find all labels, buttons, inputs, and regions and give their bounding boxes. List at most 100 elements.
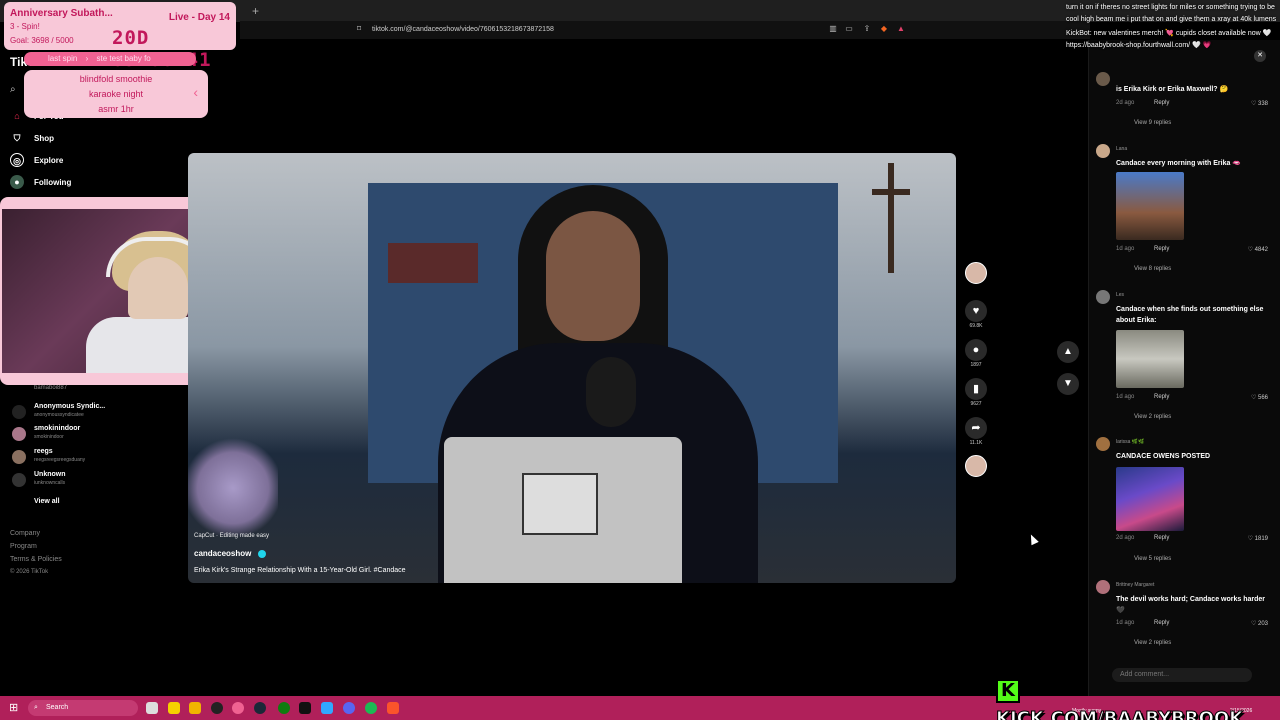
following-account[interactable]: Unknown iunknowncalls (10, 470, 180, 492)
sticky-notes-icon[interactable] (168, 702, 180, 714)
nav-explore[interactable]: ◎ Explore (10, 152, 63, 168)
subathon-goal: Goal: 3698 / 5000 (10, 36, 74, 45)
comment-text: The devil works hard; Candace works hard… (1116, 596, 1265, 614)
crucifix (888, 163, 894, 273)
avatar[interactable] (1096, 144, 1110, 158)
brave-browser-icon[interactable] (387, 702, 399, 714)
nav-following[interactable]: ● Following (10, 174, 71, 190)
brave-rewards-icon[interactable]: ▲ (896, 24, 906, 34)
comment-user[interactable]: larissa 🌿🌿 (1116, 439, 1144, 445)
taskbar-search[interactable]: Search (28, 700, 138, 716)
comment-likes[interactable]: ♡ 203 (1251, 620, 1268, 627)
comment-likes[interactable]: ♡ 1819 (1248, 535, 1268, 542)
obs-icon[interactable] (211, 702, 223, 714)
xbox-icon[interactable] (278, 702, 290, 714)
view-replies-button[interactable]: View 9 replies (1134, 120, 1171, 126)
comment-user[interactable]: Les (1116, 292, 1124, 298)
windows-start-icon[interactable]: ⊞ (9, 702, 21, 714)
url-text[interactable]: tiktok.com/@candaceoshow/video/760615321… (372, 23, 822, 37)
avatar (12, 405, 26, 419)
comment-image[interactable] (1116, 467, 1184, 531)
extension-icon[interactable]: ▥ (828, 24, 838, 34)
account-name: smokinindoor (34, 425, 81, 432)
tiktok-app-icon[interactable] (299, 702, 311, 714)
brave-shield-icon[interactable]: ◆ (879, 24, 889, 34)
crucifix-bar (872, 189, 910, 195)
cast-icon[interactable]: ▭ (844, 24, 854, 34)
last-spin-value: ste test baby fo (96, 54, 151, 63)
comment-image[interactable] (1116, 172, 1184, 240)
following-account[interactable]: reegs reegsreegsreegsduany (10, 447, 180, 469)
view-replies-button[interactable]: View 2 replies (1134, 640, 1171, 646)
avatar[interactable] (1096, 72, 1110, 86)
footer-program-link[interactable]: Program (10, 543, 37, 550)
author-avatar-button[interactable] (964, 262, 988, 284)
avatar[interactable] (1096, 437, 1110, 451)
share-page-icon[interactable]: ⇪ (862, 24, 872, 34)
reply-button[interactable]: Reply (1154, 100, 1169, 106)
footer-company-link[interactable]: Company (10, 530, 40, 537)
account-name: reegs (34, 448, 53, 455)
subathon-title: Anniversary Subath... (10, 8, 113, 19)
account-name: Unknown (34, 471, 66, 478)
discord-icon[interactable] (343, 702, 355, 714)
comment-user[interactable]: Brittney Margaret (1116, 582, 1154, 588)
avatar[interactable] (1096, 580, 1110, 594)
view-all-following-link[interactable]: View all (34, 498, 60, 505)
spin-item: blindfold smoothie (79, 74, 153, 84)
compass-icon: ◎ (10, 153, 24, 167)
heart-outline-icon: ♡ (1250, 621, 1258, 627)
like-button[interactable]: ♥ 69.8K (964, 300, 988, 329)
comment-likes[interactable]: ♡ 338 (1251, 100, 1268, 107)
account-handle: iunknowncalls (34, 480, 66, 486)
view-replies-button[interactable]: View 8 replies (1134, 266, 1171, 272)
share-icon: ➦ (965, 417, 987, 439)
video-player[interactable]: CapCut · Editing made easy candaceoshow … (188, 153, 956, 583)
task-view-icon[interactable] (146, 702, 158, 714)
following-account[interactable]: Anonymous Syndic... anonymoussyndicatee (10, 402, 180, 424)
view-replies-button[interactable]: View 5 replies (1134, 556, 1171, 562)
comment-image[interactable] (1116, 330, 1184, 388)
home-icon: ⌂ (14, 111, 20, 121)
video-author[interactable]: candaceoshow (194, 549, 251, 558)
previous-video-button[interactable]: ▲ (1057, 341, 1079, 363)
next-video-button[interactable]: ▼ (1057, 373, 1079, 395)
new-tab-button[interactable]: + (252, 4, 282, 18)
app-icon[interactable] (232, 702, 244, 714)
bag-icon: ⛉ (13, 133, 21, 143)
comment-likes[interactable]: ♡ 566 (1251, 394, 1268, 401)
comment-user[interactable]: Lana (1116, 146, 1127, 152)
comment-text: Candace when she finds out something els… (1116, 306, 1264, 324)
save-button[interactable]: ▮ 9627 (964, 378, 988, 407)
heart-outline-icon: ♡ (1250, 395, 1258, 401)
sound-avatar-button[interactable] (964, 455, 988, 477)
steam-icon[interactable] (254, 702, 266, 714)
capcut-badge[interactable]: CapCut · Editing made easy (194, 533, 269, 539)
avatar (12, 473, 26, 487)
spotify-icon[interactable] (365, 702, 377, 714)
close-icon[interactable]: ✕ (1254, 50, 1266, 62)
avatar[interactable] (1096, 290, 1110, 304)
comment-age: 2d ago (1116, 100, 1135, 106)
following-account[interactable]: smokinindoor smokinindoor (10, 424, 180, 446)
view-replies-button[interactable]: View 2 replies (1134, 414, 1171, 420)
share-button[interactable]: ➦ 11.1K (964, 417, 988, 446)
footer-terms-link[interactable]: Terms & Policies (10, 556, 62, 563)
search-icon[interactable]: ⌕ (10, 84, 16, 95)
bookmark-icon[interactable]: ⌑ (354, 24, 364, 34)
comment-button[interactable]: ● 1897 (964, 339, 988, 368)
file-explorer-icon[interactable] (189, 702, 201, 714)
reply-button[interactable]: Reply (1154, 620, 1169, 626)
nav-shop[interactable]: ⛉ Shop (10, 130, 54, 146)
heart-outline-icon: ♡ (1250, 101, 1258, 107)
photoshop-icon[interactable] (321, 702, 333, 714)
last-spin-label: last spin (48, 54, 78, 63)
reply-button[interactable]: Reply (1154, 535, 1169, 541)
reply-button[interactable]: Reply (1154, 246, 1169, 252)
search-icon: ⌕ (34, 704, 38, 711)
account-handle: smokinindoor (34, 434, 64, 440)
comment-likes[interactable]: ♡ 4842 (1248, 246, 1268, 253)
comment-text: CANDACE OWENS POSTED (1116, 453, 1211, 460)
comment-like-count: 1819 (1254, 536, 1268, 542)
reply-button[interactable]: Reply (1154, 394, 1169, 400)
